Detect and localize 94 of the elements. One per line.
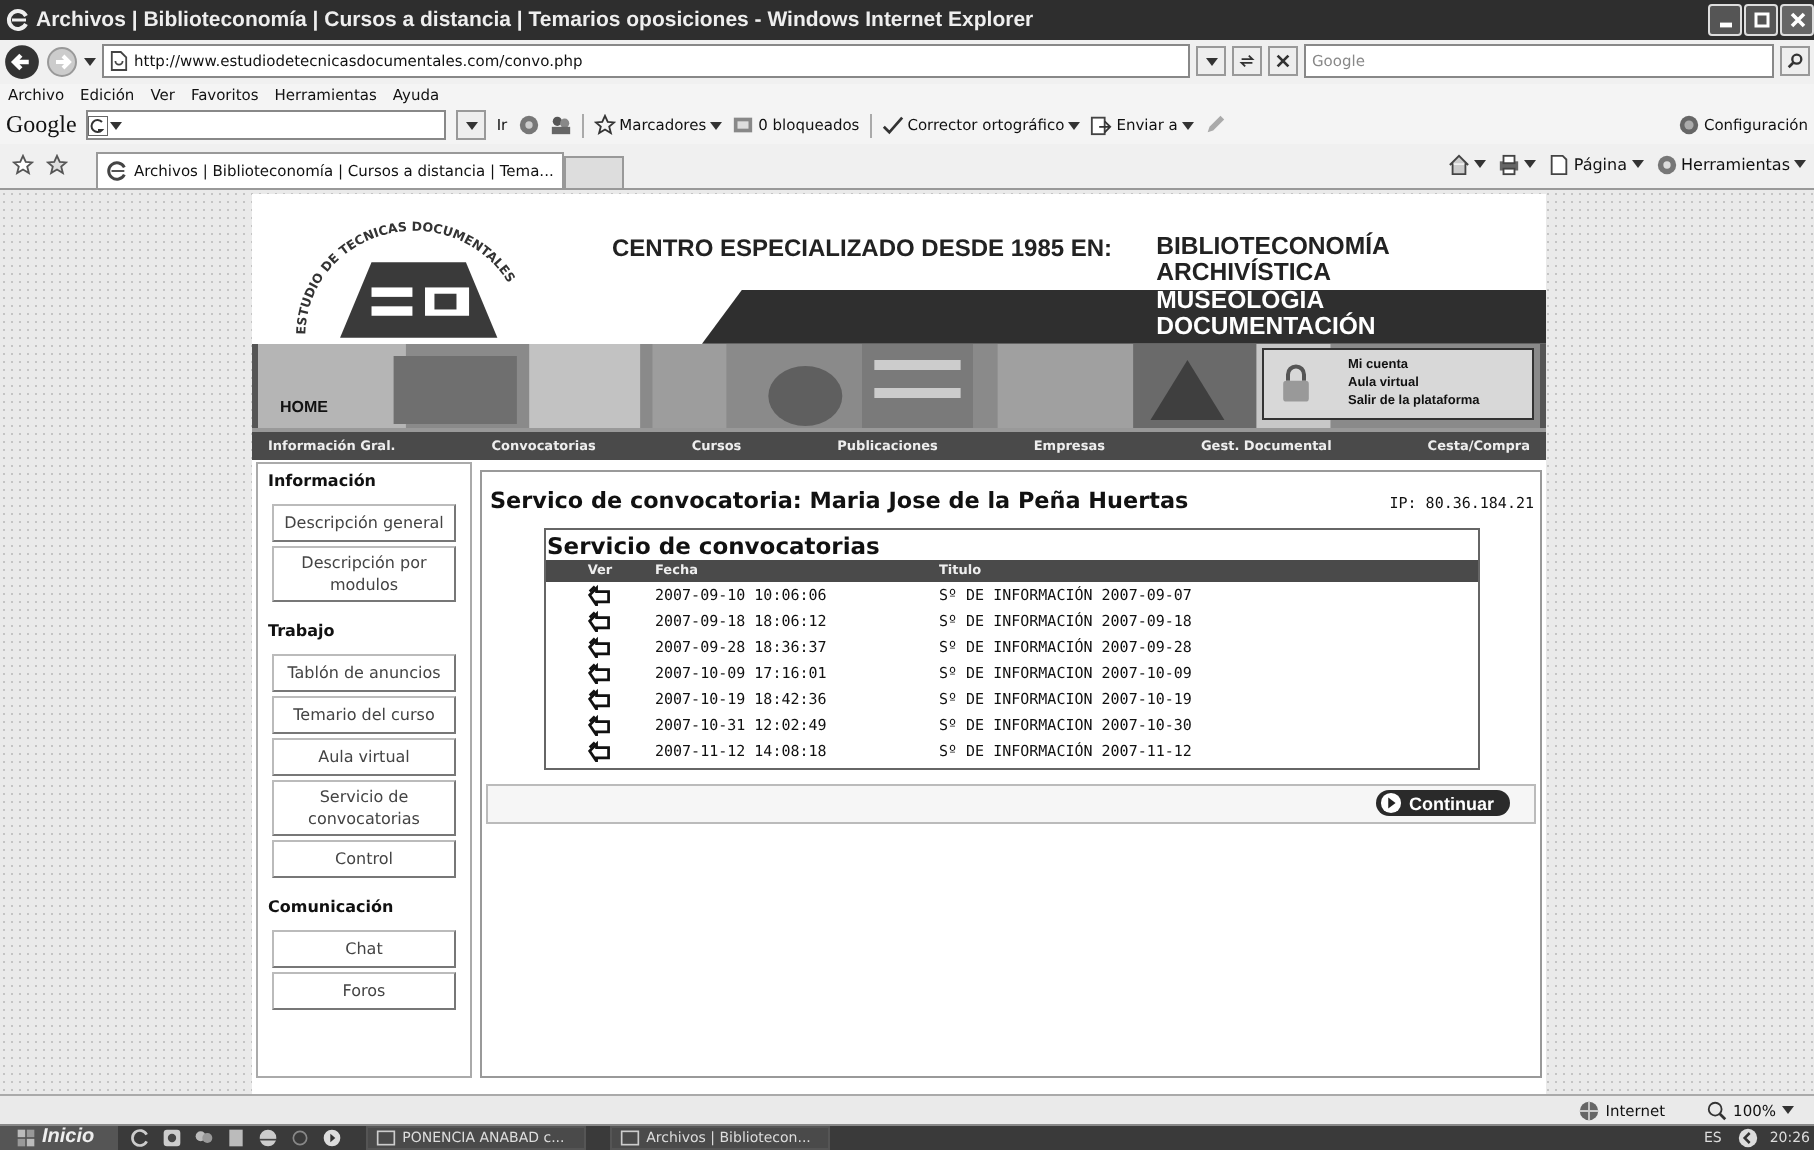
maximize-button[interactable] (1744, 3, 1778, 36)
page-icon (1547, 153, 1570, 176)
sidebar-button[interactable]: Temario del curso (272, 695, 456, 734)
caret-icon (1631, 160, 1643, 169)
caret-icon (710, 121, 723, 130)
home-button[interactable] (1447, 153, 1486, 176)
window-icon (620, 1127, 641, 1148)
specialty-label: MUSEOLOGÍA (1156, 287, 1325, 314)
window-title: Archivos | Biblioteconomía | Cursos a distancia | Temarios oposiciones - Windows Internet Explorer (36, 7, 1034, 32)
star-icon (593, 114, 616, 137)
sidebar-button[interactable]: Servicio de convocatorias (272, 779, 456, 836)
add-favorite-icon[interactable] (46, 153, 68, 176)
caret-icon[interactable] (84, 57, 96, 66)
sidebar-button[interactable]: Descripción por modulos (272, 545, 456, 602)
back-button[interactable] (4, 43, 40, 80)
home-icon (1447, 153, 1470, 176)
caret-icon (1068, 121, 1081, 130)
letter-g-icon (88, 115, 109, 136)
globe-icon (1577, 1099, 1600, 1121)
section-heading: Información (268, 471, 377, 490)
media-icon[interactable] (322, 1127, 343, 1148)
settings-icon (1677, 114, 1700, 137)
dropdown-button[interactable] (1196, 46, 1226, 77)
page-icon (110, 50, 128, 73)
magnifier-icon (1705, 1099, 1728, 1121)
windows-logo-icon (16, 1127, 36, 1148)
gear-icon (1655, 153, 1677, 176)
specialty-label: BIBLIOTECONOMÍA (1156, 233, 1390, 260)
search-button[interactable] (1780, 46, 1810, 77)
section-heading: Comunicación (268, 897, 394, 916)
news-icon[interactable] (517, 114, 540, 137)
page-menu-button[interactable]: Página (1547, 153, 1643, 176)
sidebar-button[interactable]: Tablón de anuncios (272, 653, 456, 692)
window-icon (376, 1127, 397, 1148)
tagline: CENTRO ESPECIALIZADO DESDE 1985 EN: (612, 233, 1113, 262)
caret-icon (1181, 121, 1194, 130)
caret-icon (1473, 160, 1486, 169)
view-icon[interactable] (588, 713, 612, 736)
check-icon (881, 114, 904, 137)
favorites-star-icon[interactable] (12, 153, 34, 176)
view-icon[interactable] (588, 609, 612, 632)
play-icon (1379, 792, 1401, 815)
sidebar-button[interactable]: Foros (272, 971, 456, 1010)
home-link[interactable]: HOME (280, 397, 328, 416)
view-icon[interactable] (588, 583, 612, 606)
printer-icon (1497, 153, 1520, 176)
caret-icon (1205, 57, 1217, 66)
view-icon[interactable] (588, 661, 612, 684)
section-heading: Trabajo (268, 621, 335, 640)
stop-icon (1274, 52, 1292, 71)
browser-icon (106, 159, 128, 182)
globe-icon[interactable] (258, 1127, 279, 1148)
caret-icon (1794, 160, 1806, 169)
document-icon[interactable] (226, 1127, 247, 1148)
stop-button[interactable] (1268, 46, 1298, 77)
google-search-field[interactable] (86, 110, 447, 141)
page-heading: Servico de convocatoria: Maria Jose de la Peña Huertas (490, 487, 1189, 514)
table-title: Servicio de convocatorias (545, 529, 882, 560)
window-icon (732, 114, 755, 137)
padlock-icon (1280, 361, 1312, 406)
maximize-icon (1751, 9, 1771, 30)
people-icon[interactable] (194, 1127, 215, 1148)
print-button[interactable] (1497, 153, 1536, 176)
google-logo: Google (6, 110, 77, 141)
sidebar-button[interactable]: Control (272, 839, 456, 878)
specialty-label: ARCHIVÍSTICA (1156, 260, 1334, 288)
sidebar-button[interactable]: Aula virtual (272, 737, 456, 776)
view-icon[interactable] (588, 687, 612, 710)
refresh-button[interactable] (1232, 46, 1262, 77)
start-button[interactable]: Inicio (0, 1125, 119, 1150)
caret-icon (1782, 1106, 1794, 1114)
view-icon[interactable] (588, 739, 612, 762)
dropdown-button[interactable] (456, 110, 487, 141)
caret-icon (465, 121, 478, 130)
people-icon[interactable] (549, 114, 572, 137)
continue-button[interactable]: Continuar (1375, 790, 1510, 817)
close-button[interactable] (1780, 3, 1814, 36)
minimize-icon (1719, 22, 1731, 29)
browser-icon (6, 7, 30, 32)
caret-icon (110, 121, 123, 130)
search-icon (1786, 52, 1804, 71)
close-icon (1787, 9, 1807, 30)
specialty-label: DOCUMENTACIÓN (1156, 314, 1378, 342)
view-icon[interactable] (588, 635, 612, 658)
window-icon[interactable] (162, 1127, 183, 1148)
sidebar-button[interactable]: Chat (272, 929, 456, 968)
browser-icon[interactable] (130, 1127, 151, 1148)
minimize-button[interactable] (1708, 3, 1742, 36)
circle-icon[interactable] (290, 1127, 311, 1148)
send-icon (1090, 114, 1113, 137)
tools-menu-button[interactable]: Herramientas (1655, 153, 1806, 176)
refresh-icon (1238, 52, 1256, 71)
sidebar-button[interactable]: Descripción general (272, 503, 456, 542)
caret-icon (1523, 160, 1536, 169)
